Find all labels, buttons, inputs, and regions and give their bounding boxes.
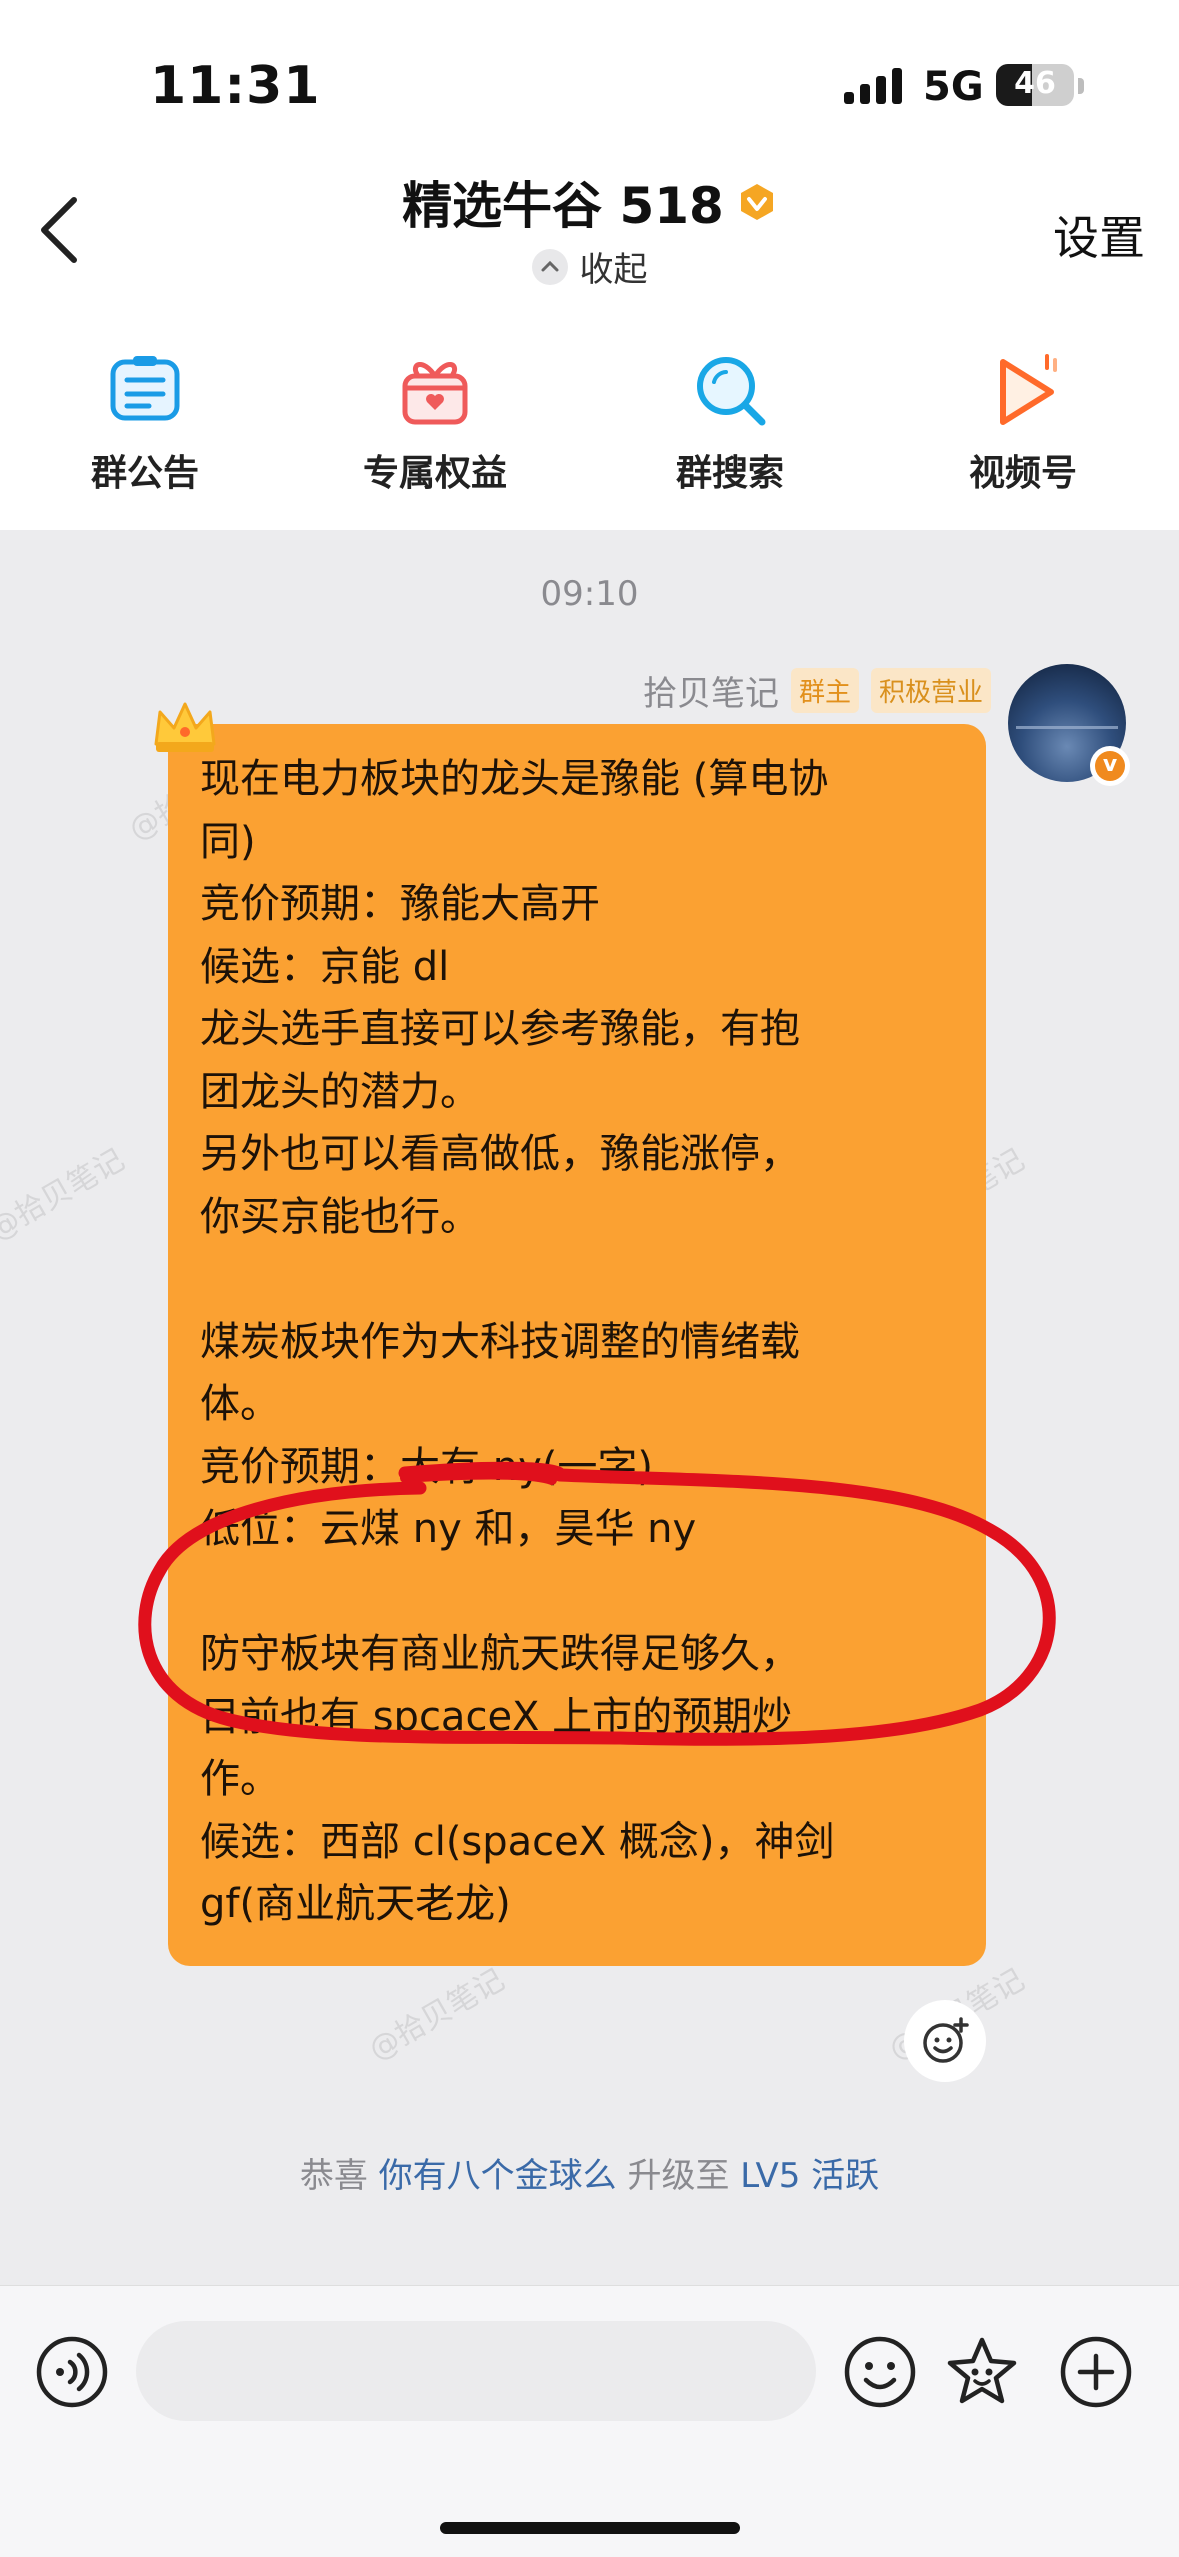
message-input[interactable] (136, 2321, 816, 2421)
chat-header: 精选牛谷 518 收起 设置 (0, 150, 1179, 320)
group-title[interactable]: 精选牛谷 518 (402, 166, 724, 238)
video-channel-icon (1000, 354, 1057, 425)
emoji-icon[interactable] (842, 2334, 918, 2410)
voice-input-icon[interactable] (34, 2334, 110, 2410)
chat-area[interactable]: @拾贝笔记 @拾贝笔记 @拾贝笔记 @拾贝笔记 @拾贝笔记 09:10 拾贝笔记… (0, 530, 1179, 2285)
message-line: 竞价预期：大有 ny(一字) (200, 1443, 653, 1490)
menu-item-announcement[interactable]: 群公告 (30, 330, 260, 496)
sticker-icon[interactable] (944, 2334, 1020, 2410)
avatar[interactable]: v (1008, 664, 1130, 786)
verified-badge-icon: v (1090, 746, 1130, 786)
plus-icon[interactable] (1058, 2334, 1134, 2410)
message-line: 作。 (200, 1756, 280, 1802)
collapse-label: 收起 (579, 250, 648, 290)
message-line: 候选：西部 cl(spaceX 概念)，神剑 (200, 1818, 835, 1865)
sender-info: 拾贝笔记 群主 积极营业 (643, 666, 991, 715)
message-line: 另外也可以看高做低，豫能涨停， (200, 1131, 800, 1177)
system-prefix: 恭喜 (299, 2156, 368, 2196)
menu-label: 专属权益 (362, 453, 507, 494)
system-user-link[interactable]: 你有八个金球么 (379, 2156, 617, 2196)
menu-item-benefits[interactable]: 专属权益 (320, 330, 550, 496)
message-line: 龙头选手直接可以参考豫能，有抱 (200, 1006, 800, 1052)
status-bar: 11:31 5G 46 (0, 0, 1179, 150)
emoji-add-icon (923, 2017, 969, 2063)
battery-tip (1078, 78, 1084, 94)
message-line: 同) (200, 818, 256, 865)
system-message: 恭喜 你有八个金球么 升级至 LV5 活跃 (0, 2148, 1179, 2197)
message-bubble[interactable]: 现在电力板块的龙头是豫能 (算电协 同) 竞价预期：豫能大高开 候选：京能 dl 龙头选… (168, 724, 986, 1966)
verified-badge-icon (740, 184, 773, 220)
settings-button[interactable]: 设置 (1053, 202, 1145, 268)
watermark: @拾贝笔记 (363, 1962, 511, 2068)
chevron-up-icon (531, 248, 568, 285)
message-line: 煤炭板块作为大科技调整的情绪载 (200, 1318, 800, 1365)
battery-icon: 46 (996, 64, 1074, 106)
message-line: gf(商业航天老龙) (200, 1881, 511, 1927)
menu-label: 群公告 (90, 453, 199, 494)
menu-item-group-search[interactable]: 群搜索 (615, 330, 845, 496)
message-line: 你买京能也行。 (200, 1193, 480, 1240)
input-bar (0, 2285, 1179, 2557)
collapse-toggle[interactable]: 收起 (0, 242, 1179, 291)
message-line: 现在电力板块的龙头是豫能 (算电协 (200, 756, 829, 802)
message-line: 体。 (200, 1381, 280, 1427)
system-level-link[interactable]: LV5 活跃 (740, 2156, 879, 2196)
menu-label: 视频号 (968, 453, 1077, 494)
message-line: 目前也有 spcaceX 上市的预期炒 (200, 1693, 793, 1740)
message-text: 现在电力板块的龙头是豫能 (算电协 同) 竞价预期：豫能大高开 候选：京能 dl 龙头选… (200, 748, 960, 1936)
group-quick-menu: 群公告 专属权益 群搜索 视频号 (0, 330, 1179, 530)
owner-tag: 群主 (790, 667, 859, 713)
message-line: 防守板块有商业航天跌得足够久， (200, 1631, 800, 1677)
message-line (200, 1561, 960, 1624)
group-title-wrap: 精选牛谷 518 (0, 166, 1179, 238)
menu-item-video-channel[interactable]: 视频号 (908, 330, 1138, 496)
sender-name[interactable]: 拾贝笔记 (643, 666, 779, 715)
signal-icon (844, 68, 902, 104)
crown-icon (154, 702, 216, 752)
search-icon (697, 357, 766, 426)
gift-icon (402, 362, 468, 425)
message-line: 候选：京能 dl (200, 943, 450, 990)
watermark: @拾贝笔记 (0, 1142, 131, 1248)
menu-label: 群搜索 (675, 453, 784, 494)
activity-tag: 积极营业 (870, 667, 991, 713)
announcement-icon (110, 356, 180, 421)
home-indicator (440, 2522, 740, 2534)
message-timestamp: 09:10 (540, 574, 639, 614)
system-middle: 升级至 (627, 2156, 730, 2196)
status-time: 11:31 (150, 56, 321, 116)
network-type: 5G (923, 64, 984, 110)
message-line: 低位：云煤 ny 和，昊华 ny (200, 1506, 697, 1552)
message-line: 竞价预期：豫能大高开 (200, 881, 600, 927)
add-reaction-button[interactable] (904, 2000, 986, 2082)
message-line: 团龙头的潜力。 (200, 1068, 480, 1115)
battery-percent: 46 (1014, 66, 1056, 101)
message-line (200, 1248, 960, 1311)
